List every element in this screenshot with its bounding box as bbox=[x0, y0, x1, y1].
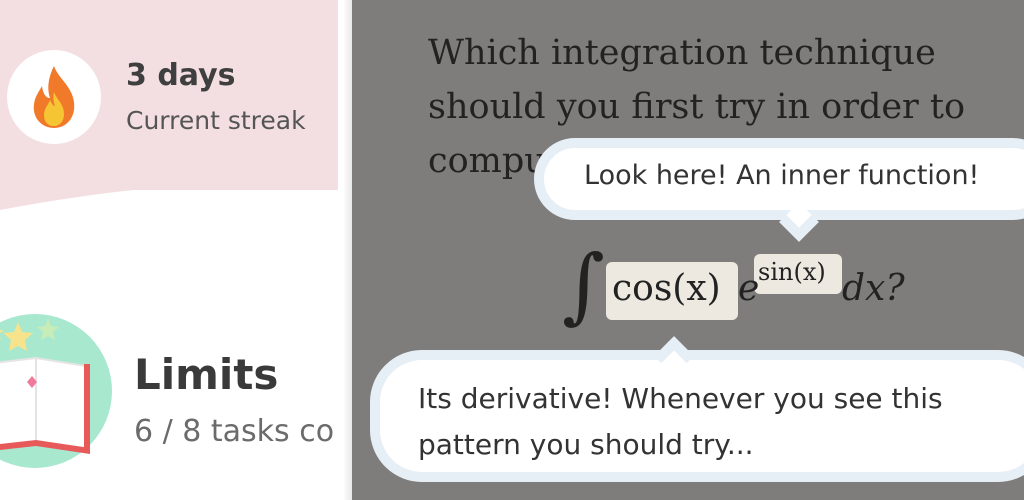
integral-formula: ∫ cos(x) e sin(x) dx? bbox=[562, 236, 922, 346]
question-panel: Which integration technique should you f… bbox=[352, 0, 1024, 500]
hint-bubble-bottom: Its derivative! Whenever you see this pa… bbox=[370, 350, 1024, 482]
course-progress: 6 / 8 tasks co bbox=[134, 414, 335, 449]
book-icon bbox=[0, 318, 90, 454]
formula-e: e bbox=[738, 268, 760, 309]
formula-exponent: sin(x) bbox=[758, 258, 826, 286]
formula-cos: cos(x) bbox=[612, 268, 721, 309]
flame-icon bbox=[33, 66, 75, 128]
streak-label: Current streak bbox=[126, 106, 306, 135]
integral-sign: ∫ bbox=[562, 238, 605, 333]
left-panel: 3 days Current streak Limits 6 / 8 tasks… bbox=[0, 0, 340, 500]
streak-card-curve bbox=[0, 150, 340, 210]
hint-bubble-top: Look here! An inner function! bbox=[534, 138, 1024, 220]
course-title: Limits bbox=[134, 350, 279, 399]
panel-divider bbox=[338, 0, 352, 500]
formula-dx: dx? bbox=[842, 268, 905, 309]
flame-badge bbox=[7, 50, 101, 144]
streak-days: 3 days bbox=[126, 58, 236, 93]
